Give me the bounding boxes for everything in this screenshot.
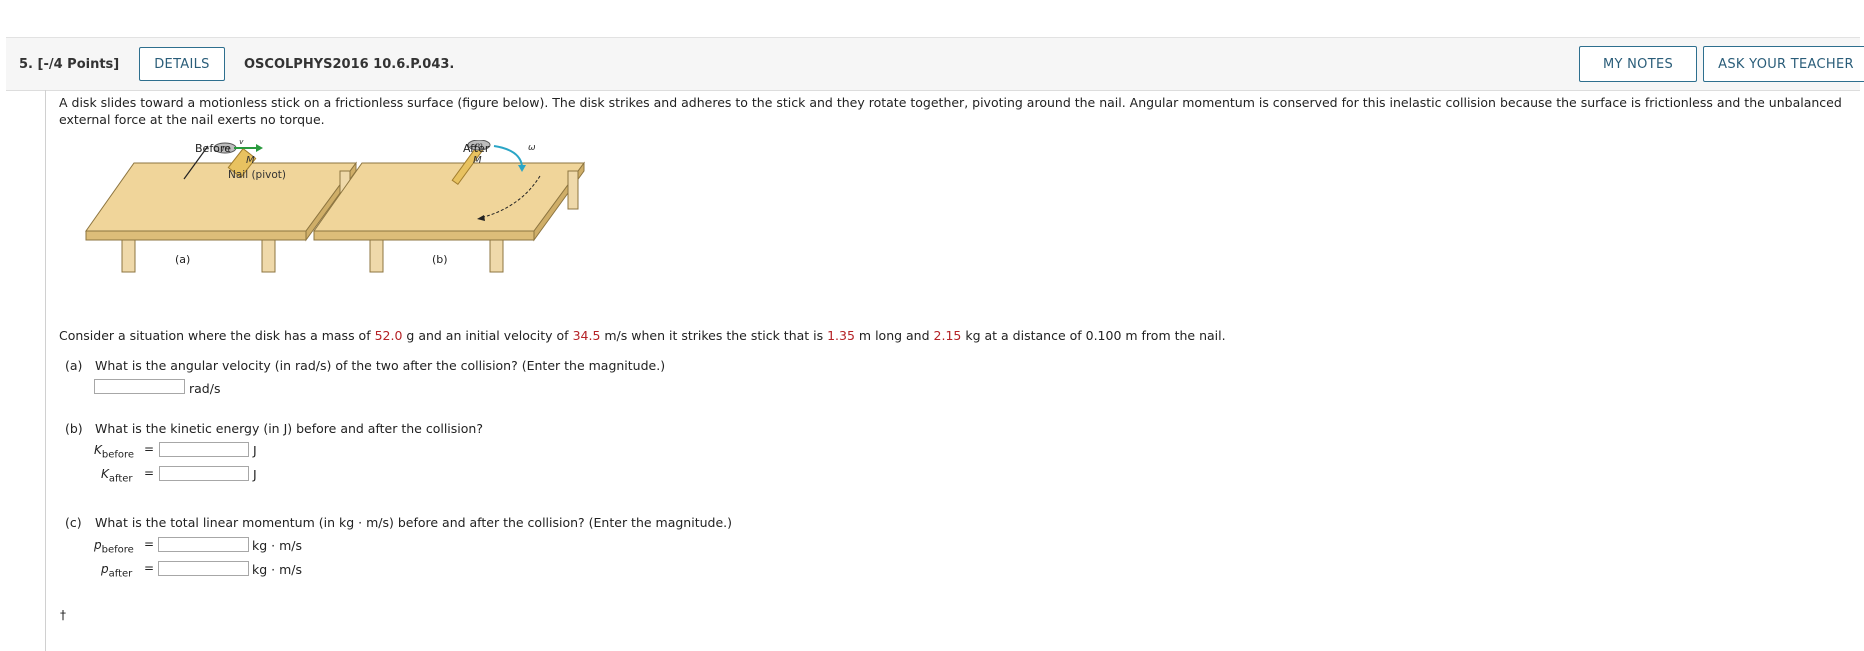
after-label: After [463,142,490,155]
panel-b-label: (b) [432,253,448,266]
k-before-var: K [94,443,102,457]
before-label: Before [195,142,231,155]
p-after-unit: kg · m/s [252,562,302,577]
p-before-var: p [94,538,102,552]
p-after-input[interactable] [158,561,249,576]
stick-M-label-a: M [246,155,255,166]
stick-mass-value: 2.15 [933,328,962,343]
intro-text: A disk slides toward a motionless stick … [59,95,1842,127]
omega-label: ω [528,143,536,153]
k-before-input[interactable] [159,442,249,457]
k-before-label: Kbefore [94,443,134,460]
part-b-letter: (b) [65,421,83,436]
velocity-label: v [239,140,244,146]
p-before-sub: before [101,544,134,556]
angular-velocity-input[interactable] [94,379,185,394]
p-after-label: pafter [101,562,132,579]
p-after-var: p [101,562,109,576]
k-after-input[interactable] [159,466,249,481]
p-before-input[interactable] [158,537,249,552]
part-a-letter: (a) [65,358,83,373]
p-before-equals: = [144,537,155,551]
part-c-question: What is the total linear momentum (in kg… [95,515,733,530]
nail-label: Nail (pivot) [228,169,286,181]
question-number: 5. [-/4 Points] [19,57,120,72]
stick-M-label-b: M [473,155,482,166]
scenario-part-5: kg at a distance of 0.100 m from the nai… [961,328,1226,343]
part-c-letter: (c) [65,515,82,530]
disk-mass-value: 52.0 [374,328,403,343]
question-code: OSCOLPHYS2016 10.6.P.043. [244,57,455,72]
k-after-unit: J [253,467,257,482]
velocity-value: 34.5 [572,328,601,343]
panel-a-label: (a) [175,253,190,266]
k-before-unit: J [253,443,257,458]
k-after-var: K [101,467,109,481]
scenario-text: Consider a situation where the disk has … [59,328,1226,343]
p-after-sub: after [108,568,133,580]
p-before-unit: kg · m/s [252,538,302,553]
p-before-label: pbefore [94,538,134,555]
part-a-unit: rad/s [189,381,221,396]
collision-figure: m v M Nail (pivot) Before (a) m ω M Afte… [85,140,585,273]
table-before: m v M Nail (pivot) Before (a) [85,140,357,273]
k-after-equals: = [144,466,155,480]
my-notes-button[interactable]: MY NOTES [1579,46,1697,82]
question-body: A disk slides toward a motionless stick … [59,94,1849,128]
k-after-sub: after [108,473,133,485]
stick-length-value: 1.35 [827,328,855,343]
k-before-sub: before [101,449,135,461]
p-after-equals: = [144,561,155,575]
scenario-part-4: m long and [854,328,934,343]
details-button[interactable]: DETAILS [139,47,225,81]
ask-your-teacher-button[interactable]: ASK YOUR TEACHER [1703,46,1864,82]
k-after-label: Kafter [101,467,133,484]
question-header: 5. [-/4 Points] DETAILS OSCOLPHYS2016 10… [6,37,1864,91]
scenario-part-3: m/s when it strikes the stick that is [600,328,828,343]
scenario-part-2: g and an initial velocity of [402,328,573,343]
part-b-question: What is the kinetic energy (in J) before… [95,421,483,436]
left-border [45,90,46,651]
part-a-question: What is the angular velocity (in rad/s) … [95,358,666,373]
k-before-equals: = [144,442,155,456]
table-after: m ω M After (b) [313,140,585,273]
scenario-part-1: Consider a situation where the disk has … [59,328,375,343]
footnote-dagger[interactable]: † [60,608,66,622]
